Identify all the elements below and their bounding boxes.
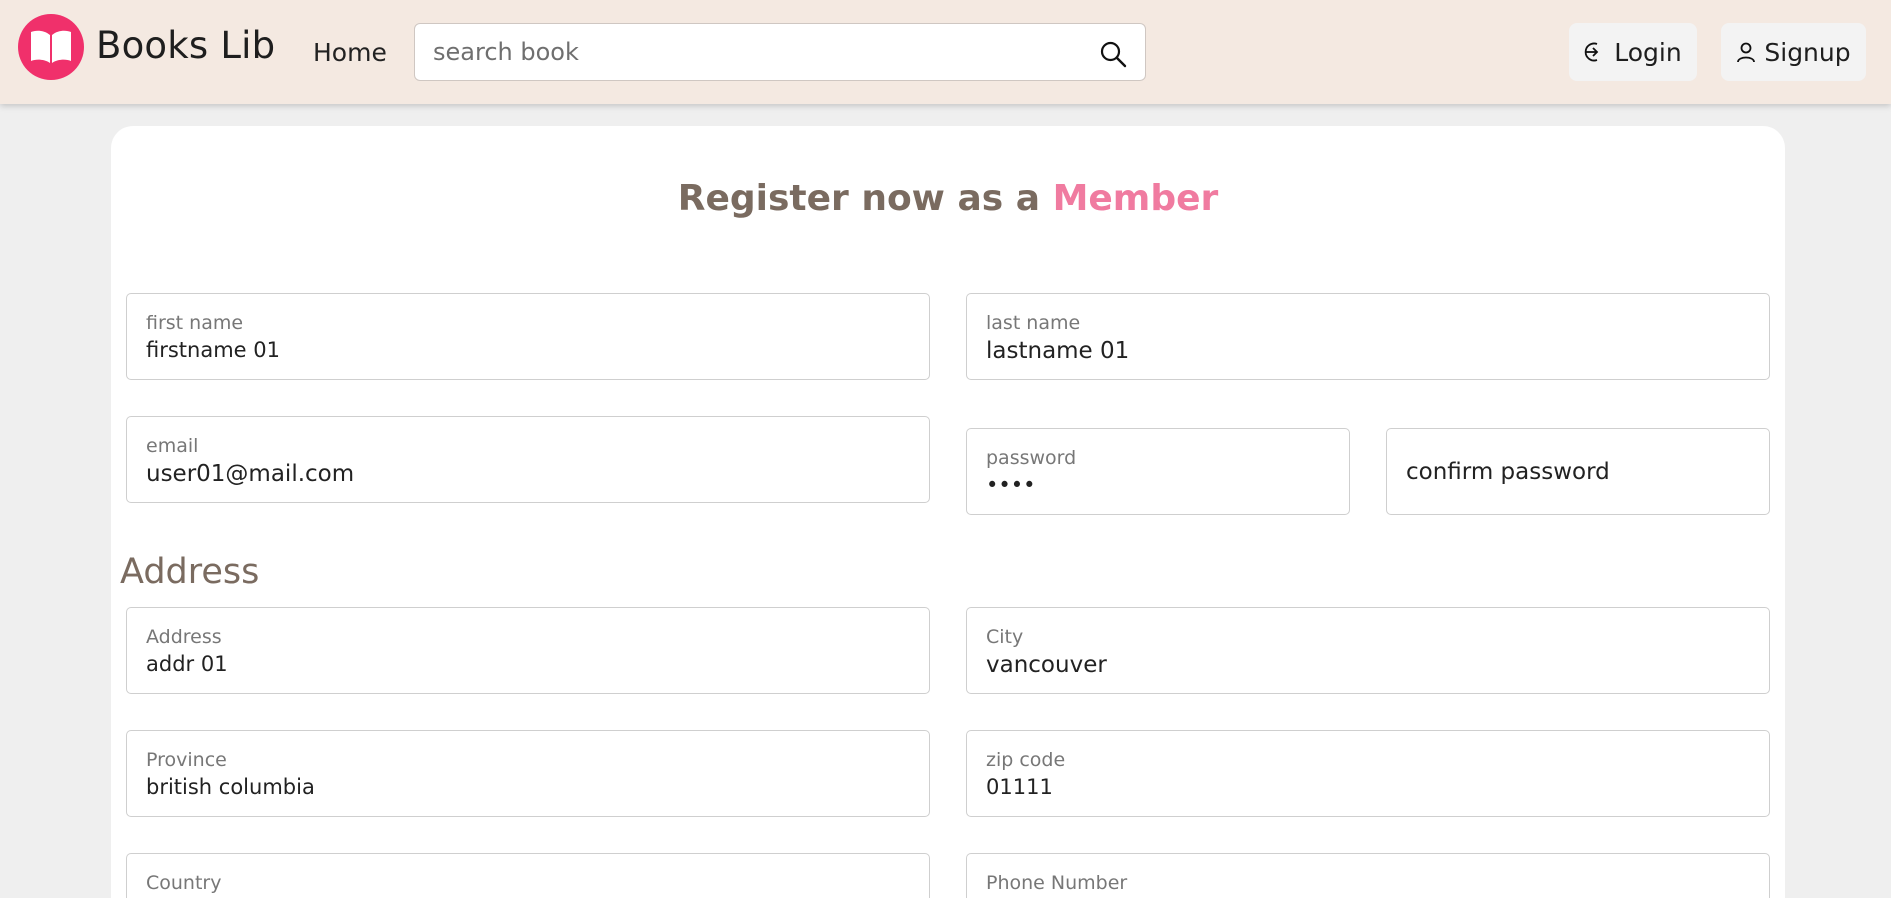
last-name-label: last name xyxy=(986,312,1081,334)
province-label: Province xyxy=(146,749,227,771)
province-field: Province xyxy=(126,730,930,817)
signup-label: Signup xyxy=(1764,37,1851,67)
phone-number-label: Phone Number xyxy=(986,872,1128,894)
zip-code-input[interactable] xyxy=(986,775,1750,799)
title-accent: Member xyxy=(1052,178,1219,219)
password-input[interactable] xyxy=(986,473,1330,497)
last-name-input[interactable] xyxy=(986,338,1750,364)
city-label: City xyxy=(986,626,1024,648)
country-label: Country xyxy=(146,872,222,894)
province-input[interactable] xyxy=(146,775,910,799)
search-bar xyxy=(414,23,1146,81)
phone-number-field: Phone Number xyxy=(966,853,1770,898)
last-name-field: last name xyxy=(966,293,1770,380)
login-button[interactable]: Login xyxy=(1569,23,1697,81)
email-input[interactable] xyxy=(146,461,910,487)
signup-button[interactable]: Signup xyxy=(1721,23,1866,81)
zip-code-field: zip code xyxy=(966,730,1770,817)
address-input[interactable] xyxy=(146,652,910,676)
address-field: Address xyxy=(126,607,930,694)
city-field: City xyxy=(966,607,1770,694)
title-main: Register now as a xyxy=(677,178,1053,219)
first-name-field: first name xyxy=(126,293,930,380)
email-field: email xyxy=(126,416,930,503)
city-input[interactable] xyxy=(986,652,1750,678)
confirm-password-field xyxy=(1386,428,1770,515)
register-card: Register now as a Member first name last… xyxy=(111,126,1785,898)
address-section-heading: Address xyxy=(120,552,260,592)
zip-code-label: zip code xyxy=(986,749,1066,771)
search-icon[interactable] xyxy=(1099,40,1127,68)
country-field: Country xyxy=(126,853,930,898)
login-label: Login xyxy=(1614,37,1682,67)
brand-name[interactable]: Books Lib xyxy=(96,24,275,67)
email-label: email xyxy=(146,435,199,457)
page-title: Register now as a Member xyxy=(111,178,1785,219)
login-icon xyxy=(1585,42,1599,62)
open-book-logo-icon[interactable] xyxy=(18,14,84,80)
top-navbar: Books Lib Home Login Signup xyxy=(0,0,1891,104)
confirm-password-input[interactable] xyxy=(1406,459,1750,485)
password-field: password xyxy=(966,428,1350,515)
first-name-input[interactable] xyxy=(146,338,910,362)
user-icon xyxy=(1737,42,1756,63)
nav-home-link[interactable]: Home xyxy=(313,38,387,67)
first-name-label: first name xyxy=(146,312,244,334)
password-label: password xyxy=(986,447,1077,469)
search-input[interactable] xyxy=(433,24,1073,80)
address-label: Address xyxy=(146,626,222,648)
